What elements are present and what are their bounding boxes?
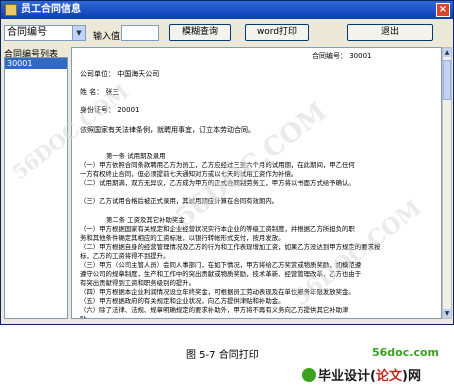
contract-number: 合同编号： 30001 xyxy=(312,52,372,60)
search-input[interactable] xyxy=(121,25,159,41)
brand-site: 56doc.com xyxy=(372,346,439,359)
section1-title: 第一条 试用期及录用 xyxy=(106,152,166,160)
field-select-value: 合同编号 xyxy=(7,27,47,38)
section1-line: （一）甲方依照合同条款聘用乙方为员工，乙方应经过三至六个月的试用期，在此期间，甲… xyxy=(80,161,355,169)
chevron-down-icon[interactable]: ▼ xyxy=(72,26,85,40)
scroll-thumb[interactable] xyxy=(443,60,451,100)
fuzzy-search-button[interactable]: 模糊查询 xyxy=(169,24,231,41)
brand-logo: 毕业设计(论文)网 xyxy=(302,365,421,384)
section2-line: 贴。 xyxy=(80,315,93,319)
exit-button[interactable]: 退出 xyxy=(347,24,433,41)
section2-line: （一）甲方根据国家有关规定和企业经营状况实行本企业的等级工资制度，并根据乙方所担… xyxy=(80,225,355,233)
contract-window: 员工合同信息 × 合同编号 ▼ 输入值 模糊查询 word打印 退出 合同编号列… xyxy=(0,0,454,325)
title-bar[interactable]: 员工合同信息 × xyxy=(1,1,453,19)
section2-line: （二）甲方根据自身的经营管理情况及乙方的行为和工作表现增加工资，如果乙方没达到甲… xyxy=(80,243,381,251)
brand-suffix: 网 xyxy=(407,369,421,384)
vertical-scrollbar[interactable]: ▲ ▼ xyxy=(442,47,452,319)
contract-document[interactable]: 合同编号： 30001 公司单位： 中国海天公司 姓 名： 张三 身份证号： 2… xyxy=(71,47,442,319)
contract-intro: 依照国家有关法律条例，就聘用事宜，订立本劳动合同。 xyxy=(80,126,255,134)
section2-line: （五）甲方根据政府的有关规定和企业状况，向乙方提供津贴和补助金。 xyxy=(80,297,285,305)
scroll-up-icon[interactable]: ▲ xyxy=(443,48,451,57)
brand-icon xyxy=(302,368,316,382)
section2-line: 标，乙方的工资将得不到提升。 xyxy=(80,252,170,260)
brand-prefix: 毕业设计 xyxy=(318,369,371,384)
section2-title: 第二条 工资及其它补助奖金 xyxy=(106,216,185,224)
toolbar: 合同编号 ▼ 输入值 模糊查询 word打印 退出 xyxy=(1,19,453,49)
app-icon xyxy=(5,4,17,16)
input-label: 输入值 xyxy=(93,32,121,42)
contract-list[interactable]: 30001 xyxy=(4,57,68,319)
list-item[interactable]: 30001 xyxy=(5,58,67,69)
company-field: 公司单位： 中国海天公司 xyxy=(80,70,160,78)
section2-line: 有突出贡献得到工资和职务级别的提升。 xyxy=(80,279,196,287)
figure-caption: 图 5-7 合同打印 xyxy=(186,350,259,361)
field-select[interactable]: 合同编号 ▼ xyxy=(4,25,86,41)
word-print-button[interactable]: word打印 xyxy=(245,24,309,41)
section2-line: 务和其他条件确定其相应的工资标准，以银行转帐形式支付，按月发放。 xyxy=(80,234,285,242)
scroll-down-icon[interactable]: ▼ xyxy=(443,309,451,318)
close-button[interactable]: × xyxy=(436,3,450,17)
brand-middle: 论文 xyxy=(375,369,402,384)
window-title: 员工合同信息 xyxy=(21,4,81,15)
